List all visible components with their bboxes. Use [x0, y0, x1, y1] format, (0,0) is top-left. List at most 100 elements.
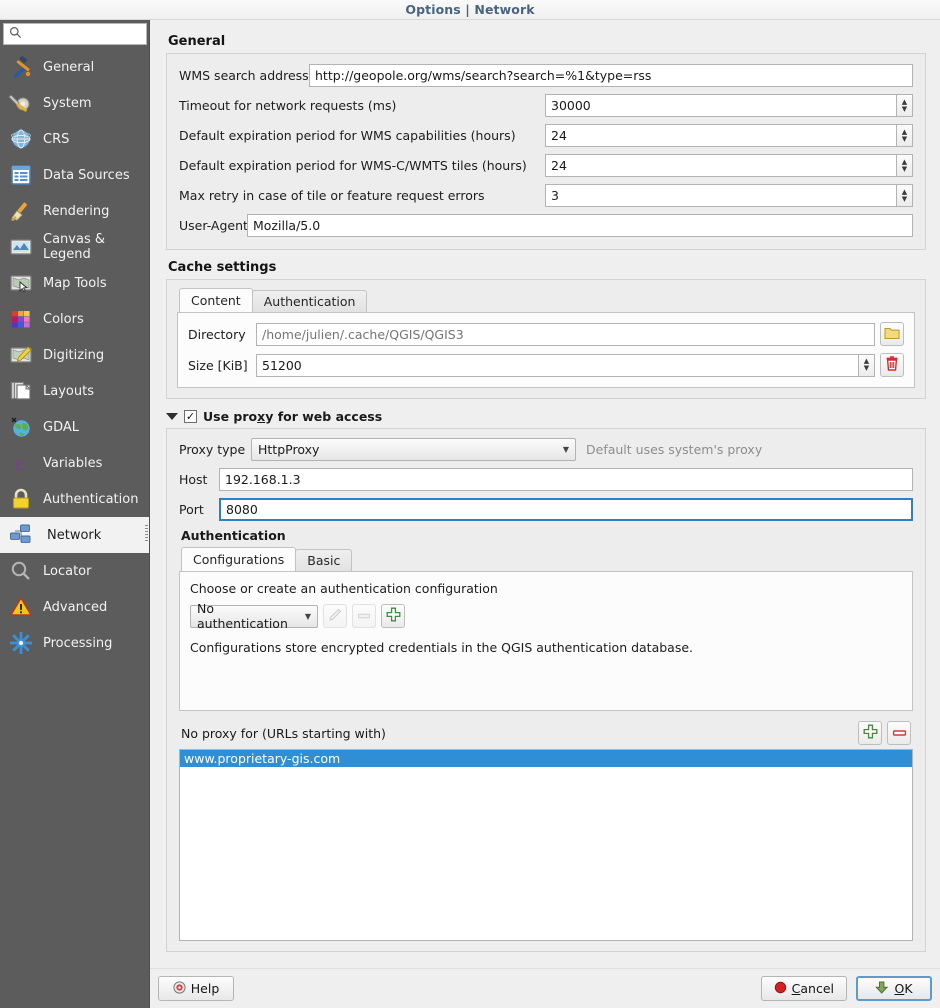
sidebar-item-colors[interactable]: Colors — [0, 301, 150, 337]
proxy-port-row: Port — [179, 498, 913, 521]
proxy-type-label: Proxy type — [179, 442, 251, 457]
auth-edit-button[interactable] — [323, 604, 347, 628]
no-proxy-header: No proxy for (URLs starting with) — [181, 721, 911, 745]
cache-directory-input[interactable] — [256, 323, 875, 346]
use-proxy-label: Use proxy for web access — [203, 409, 382, 424]
sidebar-item-gdal[interactable]: GDAL — [0, 409, 150, 445]
canvas-legend-icon — [8, 234, 34, 260]
cache-directory-browse-button[interactable] — [880, 322, 904, 346]
spin-down-icon[interactable]: ▼ — [902, 136, 907, 143]
sidebar-item-processing[interactable]: Processing — [0, 625, 150, 661]
timeout-spin-buttons[interactable]: ▲▼ — [896, 94, 913, 117]
sidebar: General System — [0, 20, 150, 1008]
proxy-port-input[interactable] — [219, 498, 913, 521]
cache-size-label: Size [KiB] — [188, 358, 256, 373]
wms-capabilities-input[interactable] — [545, 124, 896, 147]
triangle-down-icon[interactable] — [166, 413, 178, 420]
sidebar-item-label: Map Tools — [43, 276, 107, 291]
spin-down-icon[interactable]: ▼ — [902, 106, 907, 113]
minus-icon — [357, 609, 371, 624]
general-group-title: General — [168, 34, 926, 49]
window-title: Options | Network — [405, 2, 534, 17]
map-cursor-icon — [8, 270, 34, 296]
dialog-footer: Help Cancel OK — [150, 968, 940, 1008]
tab-label: Basic — [307, 553, 340, 568]
proxy-host-label: Host — [179, 472, 219, 487]
cache-size-spinbox[interactable]: ▲▼ — [256, 354, 875, 377]
auth-add-button[interactable] — [381, 604, 405, 628]
sidebar-item-variables[interactable]: ε Variables — [0, 445, 150, 481]
spin-down-icon[interactable]: ▼ — [902, 196, 907, 203]
wms-capabilities-spin-buttons[interactable]: ▲▼ — [896, 124, 913, 147]
wms-search-address-input[interactable] — [309, 64, 913, 87]
sidebar-item-canvas-legend[interactable]: Canvas & Legend — [0, 229, 150, 265]
cache-size-input[interactable] — [256, 354, 858, 377]
cache-size-spin-buttons[interactable]: ▲▼ — [858, 354, 875, 377]
sidebar-item-label: Advanced — [43, 600, 107, 615]
wms-capabilities-spinbox[interactable]: ▲▼ — [545, 124, 913, 147]
no-proxy-add-button[interactable] — [858, 721, 882, 745]
cache-content-pane: Directory Size [KiB] ▲▼ — [177, 312, 915, 388]
tab-cache-content[interactable]: Content — [179, 288, 253, 312]
svg-text:ε: ε — [14, 453, 24, 475]
ok-button[interactable]: OK — [856, 976, 932, 1001]
sidebar-item-crs[interactable]: CRS — [0, 121, 150, 157]
timeout-input[interactable] — [545, 94, 896, 117]
max-retry-input[interactable] — [545, 184, 896, 207]
max-retry-row: Max retry in case of tile or feature req… — [179, 184, 913, 207]
tab-auth-configurations[interactable]: Configurations — [181, 547, 296, 571]
proxy-host-input[interactable] — [219, 468, 913, 491]
wmsc-row: Default expiration period for WMS-C/WMTS… — [179, 154, 913, 177]
spin-down-icon[interactable]: ▼ — [864, 365, 869, 372]
no-proxy-remove-button[interactable] — [887, 721, 911, 745]
sidebar-item-general[interactable]: General — [0, 49, 150, 85]
ok-button-label: OK — [894, 981, 912, 996]
wrench-gear-icon — [8, 90, 34, 116]
timeout-spinbox[interactable]: ▲▼ — [545, 94, 913, 117]
sidebar-item-advanced[interactable]: Advanced — [0, 589, 150, 625]
list-item[interactable]: www.proprietary-gis.com — [180, 750, 912, 767]
proxy-type-row: Proxy type HttpProxy ▼ Default uses syst… — [179, 438, 913, 461]
no-proxy-list[interactable]: www.proprietary-gis.com — [179, 749, 913, 941]
magnifier-icon — [8, 558, 34, 584]
sidebar-item-system[interactable]: System — [0, 85, 150, 121]
sidebar-item-layouts[interactable]: Layouts — [0, 373, 150, 409]
use-proxy-checkbox[interactable]: ✓ — [184, 410, 197, 423]
wms-caps-row: Default expiration period for WMS capabi… — [179, 124, 913, 147]
auth-config-combobox[interactable]: No authentication ▼ — [190, 605, 318, 628]
help-button[interactable]: Help — [158, 976, 234, 1001]
use-proxy-checkbox-row[interactable]: ✓ Use proxy for web access — [166, 409, 926, 424]
no-proxy-title: No proxy for (URLs starting with) — [181, 726, 386, 741]
sidebar-item-map-tools[interactable]: Map Tools — [0, 265, 150, 301]
user-agent-input[interactable] — [247, 214, 913, 237]
sidebar-item-data-sources[interactable]: Data Sources — [0, 157, 150, 193]
proxy-type-value: HttpProxy — [258, 442, 319, 457]
wmsc-tiles-spin-buttons[interactable]: ▲▼ — [896, 154, 913, 177]
options-content: General WMS search address Timeout for n… — [150, 20, 940, 968]
sidebar-item-digitizing[interactable]: Digitizing — [0, 337, 150, 373]
sidebar-item-network[interactable]: Network — [0, 517, 150, 553]
cancel-button[interactable]: Cancel — [761, 976, 847, 1001]
max-retry-spinbox[interactable]: ▲▼ — [545, 184, 913, 207]
warning-triangle-icon — [8, 594, 34, 620]
sidebar-item-label: Network — [43, 528, 101, 543]
spin-down-icon[interactable]: ▼ — [902, 166, 907, 173]
sidebar-item-locator[interactable]: Locator — [0, 553, 150, 589]
auth-remove-button[interactable] — [352, 604, 376, 628]
tab-cache-authentication[interactable]: Authentication — [252, 290, 368, 312]
timeout-row: Timeout for network requests (ms) ▲▼ — [179, 94, 913, 117]
wmsc-tiles-spinbox[interactable]: ▲▼ — [545, 154, 913, 177]
max-retry-spin-buttons[interactable]: ▲▼ — [896, 184, 913, 207]
sidebar-item-label: CRS — [43, 132, 69, 147]
sidebar-item-authentication[interactable]: Authentication — [0, 481, 150, 517]
tab-auth-basic[interactable]: Basic — [295, 549, 352, 571]
sidebar-item-rendering[interactable]: Rendering — [0, 193, 150, 229]
search-input[interactable] — [26, 26, 141, 42]
cache-clear-button[interactable] — [880, 353, 904, 377]
proxy-type-combobox[interactable]: HttpProxy ▼ — [251, 438, 576, 461]
sidebar-splitter-handle[interactable] — [145, 525, 148, 541]
sidebar-item-label: Processing — [43, 636, 112, 651]
auth-store-text: Configurations store encrypted credentia… — [190, 640, 902, 655]
search-box[interactable] — [3, 23, 147, 45]
wmsc-tiles-input[interactable] — [545, 154, 896, 177]
